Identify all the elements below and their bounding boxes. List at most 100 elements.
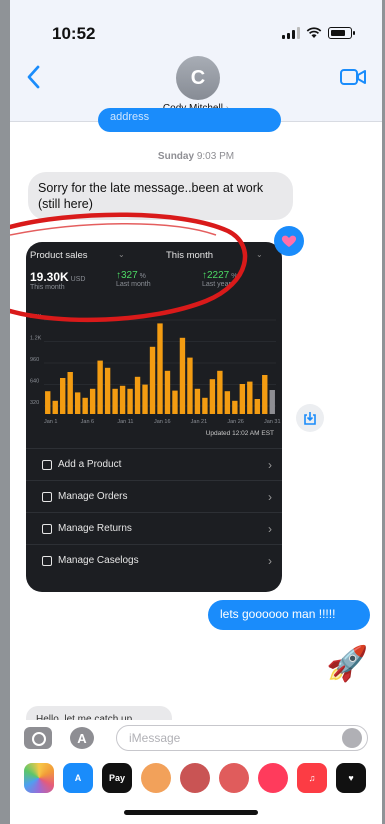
chart-bar xyxy=(269,390,275,414)
appstore-app-icon[interactable]: A xyxy=(63,763,93,793)
outgoing-message-bubble[interactable]: lets goooooo man !!!!! xyxy=(208,600,370,630)
chart-bar xyxy=(127,388,133,414)
chart-bar xyxy=(254,399,260,414)
menu-manage-orders[interactable]: Manage Orders › xyxy=(26,480,282,512)
menu-label: Manage Orders xyxy=(58,491,128,502)
back-chevron-icon[interactable] xyxy=(24,64,44,90)
attachment-header: Product sales ⌄ This month ⌄ xyxy=(26,242,282,266)
kpi-caption: Last month xyxy=(116,281,151,288)
save-share-button[interactable] xyxy=(296,404,324,432)
applepay-app-icon[interactable]: Pay xyxy=(102,763,132,793)
chart-bar xyxy=(52,400,58,414)
attachment-title: Product sales xyxy=(30,250,88,261)
kpi-value: ↑2227 xyxy=(202,270,230,281)
audio-waveform-icon[interactable] xyxy=(342,728,362,748)
y-tick-label: 320 xyxy=(30,400,39,406)
chart-bar xyxy=(217,370,223,414)
status-time: 10:52 xyxy=(52,24,96,43)
chevron-right-icon: › xyxy=(268,521,272,536)
timestamp-time: 9:03 PM xyxy=(196,151,235,162)
chart-bar xyxy=(60,378,66,414)
kpi-caption: Last year xyxy=(202,281,231,288)
menu-add-product[interactable]: Add a Product › xyxy=(26,448,282,480)
x-tick-label: Jan 1 xyxy=(44,419,57,425)
camera-icon[interactable] xyxy=(24,727,52,749)
chart-bar xyxy=(97,360,103,414)
attachment-period: This month xyxy=(166,250,213,261)
chart-bar xyxy=(247,381,253,414)
chart-bar xyxy=(82,397,88,414)
message-input[interactable]: iMessage xyxy=(116,725,368,751)
memoji2-app-icon[interactable] xyxy=(180,763,210,793)
x-tick-label: Jan 11 xyxy=(117,419,133,425)
x-tick-label: Jan 31 xyxy=(264,419,281,425)
chart-bar xyxy=(172,390,178,414)
dropdown-chevron-icon: ⌄ xyxy=(118,250,125,259)
y-tick-label: 1.2K xyxy=(30,336,42,342)
incoming-message-bubble[interactable]: Sorry for the late message..been at work… xyxy=(28,172,293,220)
chart-bar xyxy=(262,375,268,414)
kpi-unit: % xyxy=(231,273,238,280)
signal-icon xyxy=(282,27,300,39)
download-icon xyxy=(304,412,316,425)
conversation-header: 10:52 C Cody Mitchell › xyxy=(10,0,382,122)
video-call-icon[interactable] xyxy=(340,68,366,86)
menu-label: Manage Caselogs xyxy=(58,555,139,566)
menu-manage-caselogs[interactable]: Manage Caselogs › xyxy=(26,544,282,576)
photos-app-icon[interactable] xyxy=(24,763,54,793)
battery-icon xyxy=(328,27,355,39)
rocket-emoji[interactable]: 🚀 xyxy=(326,644,368,684)
tag-icon xyxy=(42,459,52,470)
chart-bar xyxy=(142,384,148,414)
chart-bar xyxy=(67,372,73,414)
heart-app-icon[interactable]: ♥ xyxy=(336,763,366,793)
chevron-right-icon: › xyxy=(268,489,272,504)
chart-bar xyxy=(202,397,208,414)
chart-bar xyxy=(104,367,111,414)
timestamp-day: Sunday xyxy=(157,151,195,162)
memoji-app-icon[interactable] xyxy=(141,763,171,793)
app-store-icon[interactable]: A xyxy=(70,727,94,749)
menu-label: Manage Returns xyxy=(58,523,132,534)
chart-bar xyxy=(164,370,171,414)
heart-icon xyxy=(281,235,297,247)
heart-tapback[interactable] xyxy=(274,226,304,256)
dropdown-chevron-icon: ⌄ xyxy=(256,250,263,259)
return-icon xyxy=(42,523,52,534)
updated-timestamp: Updated 12:02 AM EST xyxy=(205,430,274,437)
phone-screen: 10:52 C Cody Mitchell › address Sunda xyxy=(10,0,382,824)
menu-manage-returns[interactable]: Manage Returns › xyxy=(26,512,282,544)
box-icon xyxy=(42,491,52,502)
chat-icon xyxy=(42,555,52,566)
message-timestamp: Sunday 9:03 PM xyxy=(10,151,382,162)
screenshot-attachment[interactable]: Product sales ⌄ This month ⌄ 19.30K USD … xyxy=(26,242,282,592)
chart-bar xyxy=(157,323,163,414)
chart-bar xyxy=(232,400,238,414)
previous-outgoing-bubble[interactable]: address xyxy=(98,108,281,132)
contact-avatar[interactable]: C xyxy=(176,56,220,100)
menu-label: Add a Product xyxy=(58,459,122,470)
x-tick-label: Jan 6 xyxy=(81,419,94,425)
home-indicator[interactable] xyxy=(124,810,258,815)
wifi-icon xyxy=(306,27,322,38)
kpi-last-year: ↑2227 % Last year xyxy=(202,270,237,288)
music-app-icon[interactable]: ♫ xyxy=(297,763,327,793)
kpi-value: ↑327 xyxy=(116,270,138,281)
search-app-icon[interactable] xyxy=(258,763,288,793)
x-tick-label: Jan 21 xyxy=(191,419,208,425)
chart-bar xyxy=(119,385,126,414)
memoji3-app-icon[interactable] xyxy=(219,763,249,793)
kpi-last-month: ↑327 % Last month xyxy=(116,270,151,288)
y-tick-label: 640 xyxy=(30,379,39,385)
compose-bar: A iMessage xyxy=(10,720,382,756)
chart-bar xyxy=(194,388,201,414)
chart-bar xyxy=(209,379,216,414)
chart-bar xyxy=(74,392,81,414)
chart-bar xyxy=(112,388,118,414)
kpi-value: 19.30K xyxy=(30,270,69,284)
status-icons xyxy=(282,27,355,39)
chevron-right-icon: › xyxy=(268,553,272,568)
chart-bar xyxy=(134,376,141,414)
chart-bar xyxy=(187,357,193,414)
chart-bar xyxy=(239,384,246,414)
